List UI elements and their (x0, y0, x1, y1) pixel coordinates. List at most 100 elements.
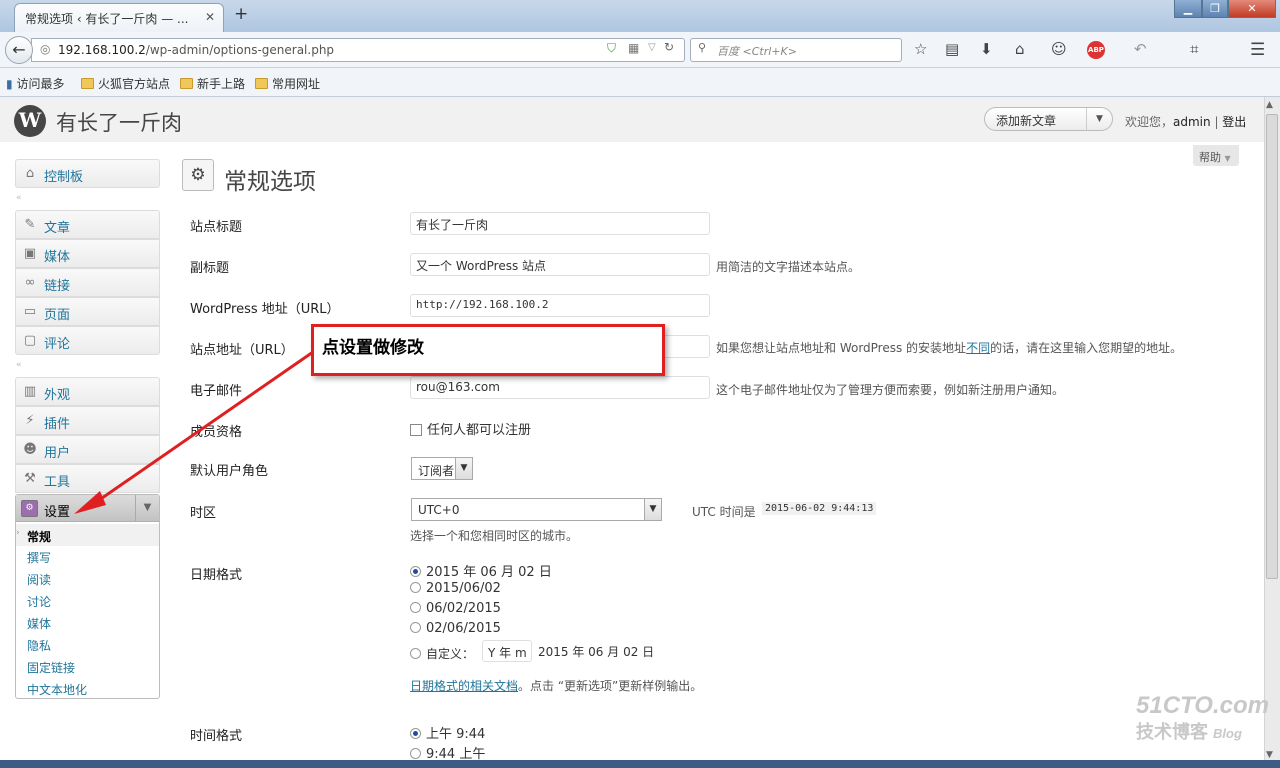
wp-admin-header: W 有长了一斤肉 添加新文章 ▼ 欢迎您，admin | 登出 (0, 97, 1264, 142)
bookmark-common-sites[interactable]: 常用网址 (255, 75, 320, 92)
bookmark-firefox-site[interactable]: 火狐官方站点 (81, 75, 170, 92)
utc-time-value: 2015-06-02 9:44:13 (762, 502, 877, 515)
collapse-separator[interactable]: « (16, 193, 22, 203)
separator: | (1210, 115, 1223, 129)
submenu-writing[interactable]: 撰写 (27, 549, 51, 566)
minimize-button[interactable]: ▁ (1174, 0, 1202, 18)
reload-icon[interactable]: ↻ (664, 40, 674, 54)
default-role-label: 默认用户角色 (190, 464, 269, 479)
dropdown-icon[interactable]: ▽ (648, 42, 656, 53)
sidebar-item-appearance[interactable]: ▥ 外观 (15, 377, 160, 406)
chevron-down-icon[interactable]: ▼ (1086, 108, 1112, 130)
scrollbar-thumb[interactable] (1266, 114, 1278, 579)
sidebar-item-settings: ⚙ 设置 ▼ › 常规 撰写 阅读 讨论 媒体 隐私 固定链接 中文本地化 (15, 494, 160, 699)
submenu-privacy[interactable]: 隐私 (27, 637, 51, 654)
bookmark-getting-started[interactable]: 新手上路 (180, 75, 245, 92)
smiley-icon[interactable]: ☺ (1051, 40, 1067, 58)
close-tab-icon[interactable]: ✕ (205, 10, 215, 24)
download-icon[interactable]: ⬇ (980, 40, 993, 58)
email-input[interactable]: rou@163.com (410, 376, 710, 399)
sidebar-item-users[interactable]: ☻ 用户 (15, 435, 160, 464)
wordpress-url-label: WordPress 地址（URL） (190, 302, 340, 317)
radio-icon[interactable] (410, 602, 421, 613)
email-label: 电子邮件 (190, 384, 243, 399)
browser-tab[interactable]: 常规选项 ‹ 有长了一斤肉 — ... ✕ (14, 3, 224, 32)
date-doc-note: 日期格式的相关文档。点击 “更新选项”更新样例输出。 (410, 679, 703, 693)
sidebar-item-plugins[interactable]: ⚡ 插件 (15, 406, 160, 435)
site-url-description: 如果您想让站点地址和 WordPress 的安装地址不同的话，请在这里输入您期望… (716, 341, 1183, 355)
date-format-option[interactable]: 2015 年 06 月 02 日 (410, 561, 552, 580)
sidebar-item-posts[interactable]: ✎ 文章 (15, 210, 160, 239)
submenu-permalinks[interactable]: 固定链接 (27, 659, 75, 676)
search-input[interactable]: ⚲ 百度 <Ctrl+K> (690, 38, 902, 62)
shield-icon: ⛉ (607, 41, 617, 55)
scroll-down-icon[interactable]: ▼ (1266, 750, 1273, 760)
radio-icon[interactable] (410, 648, 421, 659)
bookmarks-list-icon[interactable]: ▤ (945, 40, 959, 58)
date-format-option[interactable]: 06/02/2015 (410, 601, 501, 616)
radio-icon[interactable] (410, 582, 421, 593)
custom-date-format-input[interactable]: Y 年 m (482, 640, 532, 662)
radio-selected-icon[interactable] (410, 728, 421, 739)
sidebar-item-comments[interactable]: ▢ 评论 (15, 326, 160, 355)
time-format-option[interactable]: 上午 9:44 (410, 723, 485, 742)
menu-icon[interactable]: ☰ (1250, 40, 1265, 60)
date-format-custom[interactable]: 自定义： (410, 645, 474, 662)
submenu-chinese-localization[interactable]: 中文本地化 (27, 681, 87, 698)
timezone-select[interactable]: UTC+0 ▼ (411, 498, 662, 521)
user-link[interactable]: admin (1173, 115, 1211, 129)
date-format-option[interactable]: 2015/06/02 (410, 581, 501, 596)
maximize-button[interactable]: ❐ (1202, 0, 1228, 18)
chevron-down-icon[interactable]: ▼ (135, 495, 159, 521)
site-name[interactable]: 有长了一斤肉 (56, 107, 182, 137)
tagline-input[interactable]: 又一个 WordPress 站点 (410, 253, 710, 276)
close-window-button[interactable]: ✕ (1228, 0, 1276, 18)
collapse-separator[interactable]: « (16, 360, 22, 370)
radio-icon[interactable] (410, 748, 421, 759)
site-title-label: 站点标题 (190, 220, 243, 235)
radio-selected-icon[interactable] (410, 566, 421, 577)
sidebar-item-media[interactable]: ▣ 媒体 (15, 239, 160, 268)
date-format-option[interactable]: 02/06/2015 (410, 621, 501, 636)
membership-option[interactable]: 任何人都可以注册 (410, 419, 531, 438)
wordpress-logo-icon[interactable]: W (14, 105, 46, 137)
submenu-reading[interactable]: 阅读 (27, 571, 51, 588)
sidebar-item-dashboard[interactable]: ⌂ 控制板 (15, 159, 160, 188)
help-tab[interactable]: 帮助 ▼ (1193, 145, 1239, 166)
settings-menu-header[interactable]: ⚙ 设置 ▼ (16, 495, 159, 522)
add-new-post-button[interactable]: 添加新文章 ▼ (984, 107, 1113, 131)
site-title-input[interactable]: 有长了一斤肉 (410, 212, 710, 235)
sidebar-item-pages[interactable]: ▭ 页面 (15, 297, 160, 326)
url-host: 192.168.100.2 (58, 43, 146, 57)
default-role-select[interactable]: 订阅者 ▼ (411, 457, 473, 480)
qr-code-icon[interactable]: ▦ (628, 41, 639, 55)
different-link[interactable]: 不同 (966, 341, 990, 355)
home-icon[interactable]: ⌂ (1015, 40, 1025, 58)
url-bar[interactable]: ◎ 192.168.100.2/wp-admin/options-general… (31, 38, 685, 62)
add-new-post-label: 添加新文章 (996, 114, 1057, 128)
sidebar-item-links[interactable]: ∞ 链接 (15, 268, 160, 297)
logout-link[interactable]: 登出 (1222, 115, 1246, 129)
folder-icon (81, 78, 94, 89)
submenu-general[interactable]: 常规 (27, 528, 51, 545)
crop-icon[interactable]: ⌗ (1190, 40, 1198, 58)
submenu-discussion[interactable]: 讨论 (27, 593, 51, 610)
bookmark-most-visited[interactable]: ▮ 访问最多 (6, 75, 64, 92)
date-format-doc-link[interactable]: 日期格式的相关文档 (410, 679, 518, 693)
radio-icon[interactable] (410, 622, 421, 633)
undo-icon[interactable]: ↶ (1134, 40, 1147, 58)
anyone-can-register-checkbox[interactable] (410, 424, 422, 436)
wordpress-url-input[interactable]: http://192.168.100.2 (410, 294, 710, 317)
dashboard-icon: ⌂ (25, 166, 35, 181)
scroll-up-icon[interactable]: ▲ (1266, 100, 1273, 110)
bookmark-star-icon[interactable]: ☆ (914, 40, 927, 58)
submenu-media[interactable]: 媒体 (27, 615, 51, 632)
back-button[interactable]: ← (5, 36, 33, 64)
new-tab-button[interactable]: + (234, 4, 248, 24)
os-taskbar (0, 760, 1280, 768)
adblock-icon[interactable]: ABP (1087, 41, 1105, 59)
sidebar-item-tools[interactable]: ⚒ 工具 (15, 464, 160, 493)
greeting-text: 欢迎您， (1125, 115, 1174, 129)
timezone-description: 选择一个和您相同时区的城市。 (410, 529, 579, 543)
search-icon: ⚲ (698, 41, 707, 54)
